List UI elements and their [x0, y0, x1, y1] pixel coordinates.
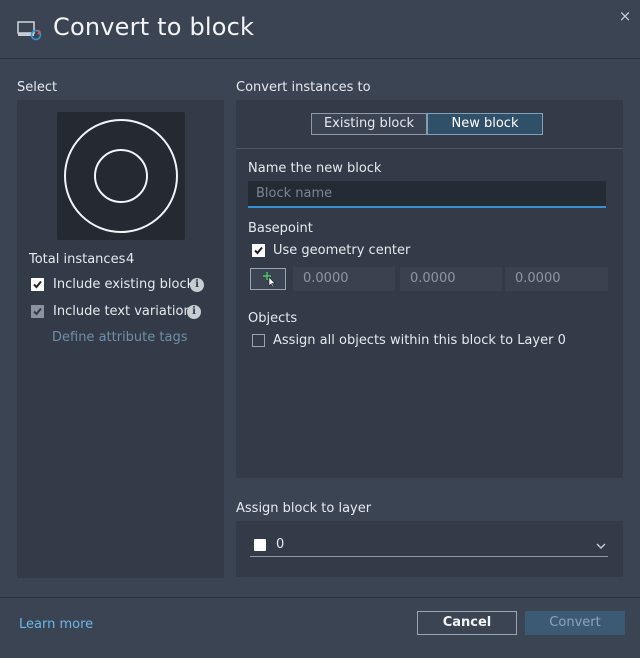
total-instances-label: Total instances — [29, 252, 126, 267]
learn-more-link[interactable]: Learn more — [19, 617, 93, 632]
title-divider — [0, 58, 640, 59]
info-icon[interactable]: i — [187, 305, 201, 319]
use-geometry-center-label: Use geometry center — [273, 243, 411, 258]
layer-color-swatch — [254, 539, 266, 551]
use-geometry-center-checkbox[interactable] — [252, 244, 265, 257]
cancel-button[interactable]: Cancel — [417, 611, 517, 635]
close-icon[interactable]: × — [618, 9, 632, 24]
objects-label: Objects — [248, 311, 298, 326]
pick-point-icon — [260, 271, 278, 291]
layer-dropdown[interactable]: 0 — [250, 531, 608, 556]
dialog-title: Convert to block — [53, 13, 255, 41]
layer-dropdown-underline — [250, 556, 608, 557]
include-text-label: Include text variations — [53, 304, 199, 319]
info-icon[interactable]: i — [190, 278, 204, 292]
total-instances-value: 4 — [126, 252, 135, 267]
block-preview — [57, 112, 185, 240]
tab-divider — [236, 148, 623, 149]
assign-layer0-checkbox[interactable] — [252, 334, 265, 347]
name-block-label: Name the new block — [248, 161, 382, 176]
layer-dropdown-value: 0 — [276, 537, 285, 552]
convert-section-label: Convert instances to — [236, 80, 371, 95]
block-name-input[interactable] — [248, 181, 606, 208]
chevron-down-icon — [596, 539, 606, 554]
convert-button[interactable]: Convert — [525, 611, 625, 635]
basepoint-x-field[interactable]: 0.0000 — [293, 267, 395, 291]
include-text-checkbox[interactable] — [31, 305, 44, 318]
select-section-label: Select — [17, 80, 58, 95]
footer-divider — [0, 597, 640, 598]
assign-layer-label: Assign block to layer — [236, 501, 372, 516]
tab-existing-block[interactable]: Existing block — [311, 113, 427, 135]
tab-new-block[interactable]: New block — [427, 113, 543, 135]
include-existing-label: Include existing blocks — [53, 277, 201, 292]
define-attribute-tags-link[interactable]: Define attribute tags — [52, 330, 188, 345]
include-existing-checkbox[interactable] — [31, 278, 44, 291]
pick-point-button[interactable] — [250, 268, 286, 290]
basepoint-label: Basepoint — [248, 221, 313, 236]
assign-layer0-label: Assign all objects within this block to … — [273, 333, 566, 348]
basepoint-y-field[interactable]: 0.0000 — [400, 267, 502, 291]
basepoint-z-field[interactable]: 0.0000 — [505, 267, 608, 291]
convert-block-icon — [17, 20, 43, 42]
